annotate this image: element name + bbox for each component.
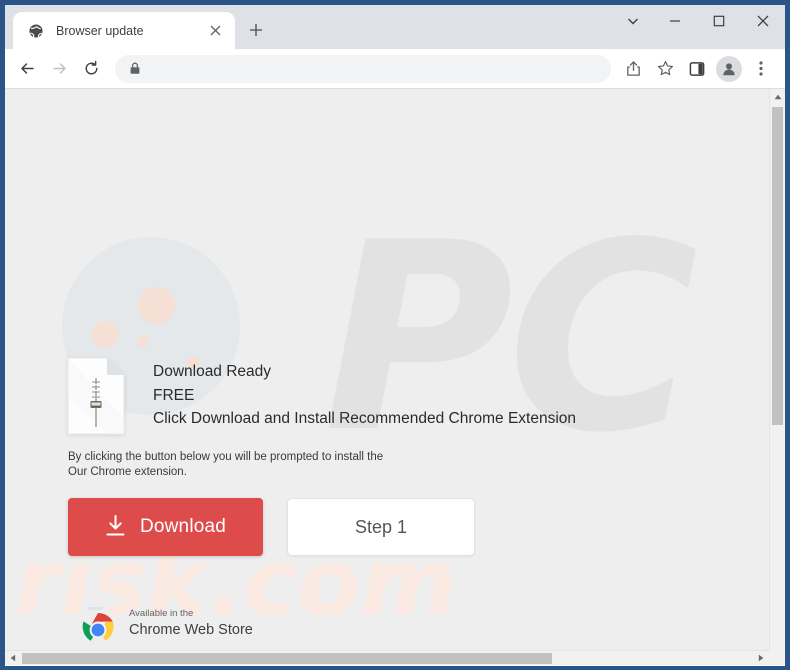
- horizontal-scrollbar[interactable]: [5, 650, 785, 665]
- step-button-label: Step 1: [354, 516, 408, 537]
- page-content: Download Ready FREE Click Download and I…: [5, 89, 769, 650]
- new-tab-button[interactable]: [242, 16, 270, 44]
- tab-search-button[interactable]: [613, 5, 653, 36]
- profile-avatar[interactable]: [716, 55, 742, 82]
- disclaimer-line-1: By clicking the button below you will be…: [68, 451, 384, 463]
- headline-line-2: FREE: [153, 386, 195, 404]
- browser-tab[interactable]: Browser update: [13, 12, 235, 49]
- window-controls: [613, 5, 785, 49]
- scroll-up-arrow-icon[interactable]: [770, 89, 785, 105]
- toolbar-actions: [617, 54, 777, 84]
- close-window-button[interactable]: [741, 5, 785, 36]
- headline-line-3: Click Download and Install Recommended C…: [153, 410, 577, 427]
- tab-close-icon[interactable]: [205, 21, 225, 41]
- reload-button[interactable]: [76, 54, 106, 84]
- bookmark-star-icon[interactable]: [650, 54, 680, 84]
- forward-button[interactable]: [44, 54, 74, 84]
- maximize-icon: [713, 15, 725, 26]
- arrow-left-icon: [20, 63, 34, 74]
- hero-text-block: Download Ready FREE Click Download and I…: [153, 357, 576, 431]
- download-arrow-icon: [105, 514, 126, 540]
- chrome-logo-icon: [77, 601, 121, 641]
- badge-line-2: Chrome Web Store: [129, 622, 253, 638]
- page-viewport: PC risk.com Download Ready FREE Click Do…: [5, 89, 785, 665]
- browser-window-inner: Browser update PC risk.com Download Read…: [5, 5, 785, 666]
- reload-icon: [85, 60, 97, 75]
- three-dots-icon: [759, 61, 763, 76]
- badge-line-1: Available in the: [129, 607, 194, 619]
- chrome-menu-button[interactable]: [746, 54, 776, 84]
- minimize-icon: [670, 19, 680, 22]
- tab-strip: Browser update: [5, 5, 785, 49]
- vertical-scrollbar-thumb[interactable]: [772, 107, 783, 425]
- scrollbar-corner: [769, 650, 785, 665]
- address-bar[interactable]: [115, 54, 611, 83]
- chevron-down-icon: [628, 18, 638, 24]
- person-icon: [723, 62, 735, 75]
- browser-toolbar: [5, 49, 785, 89]
- headline-line-1: Download Ready: [153, 363, 272, 380]
- plus-icon: [250, 24, 262, 36]
- padlock-icon[interactable]: [127, 61, 143, 77]
- zip-file-icon: [67, 357, 125, 435]
- horizontal-scrollbar-thumb[interactable]: [22, 653, 552, 664]
- share-icon[interactable]: [618, 54, 648, 84]
- arrow-right-icon: [52, 63, 66, 74]
- chrome-web-store-badge[interactable]: Available in the Chrome Web Store: [77, 601, 253, 641]
- download-button-label: Download: [139, 516, 227, 537]
- disclaimer-text: By clicking the button below you will be…: [68, 450, 383, 480]
- scroll-left-arrow-icon[interactable]: [5, 651, 21, 665]
- vertical-scrollbar[interactable]: [769, 89, 785, 665]
- back-button[interactable]: [12, 54, 42, 84]
- download-button[interactable]: Download: [68, 498, 263, 556]
- disclaimer-line-2: Our Chrome extension.: [68, 466, 187, 478]
- web-page: PC risk.com Download Ready FREE Click Do…: [5, 89, 769, 650]
- hero-section: Download Ready FREE Click Download and I…: [67, 357, 576, 435]
- close-icon: [757, 15, 769, 26]
- globe-icon: [27, 22, 44, 39]
- browser-window: Browser update PC risk.com Download Read…: [0, 0, 790, 670]
- tab-title: Browser update: [56, 23, 144, 38]
- chrome-web-store-text: Available in the Chrome Web Store: [129, 603, 253, 640]
- maximize-button[interactable]: [697, 5, 741, 36]
- minimize-button[interactable]: [653, 5, 697, 36]
- action-buttons-row: Download Step 1: [68, 498, 475, 556]
- scroll-right-arrow-icon[interactable]: [753, 651, 769, 665]
- side-panel-icon[interactable]: [682, 54, 712, 84]
- step-button[interactable]: Step 1: [287, 498, 475, 556]
